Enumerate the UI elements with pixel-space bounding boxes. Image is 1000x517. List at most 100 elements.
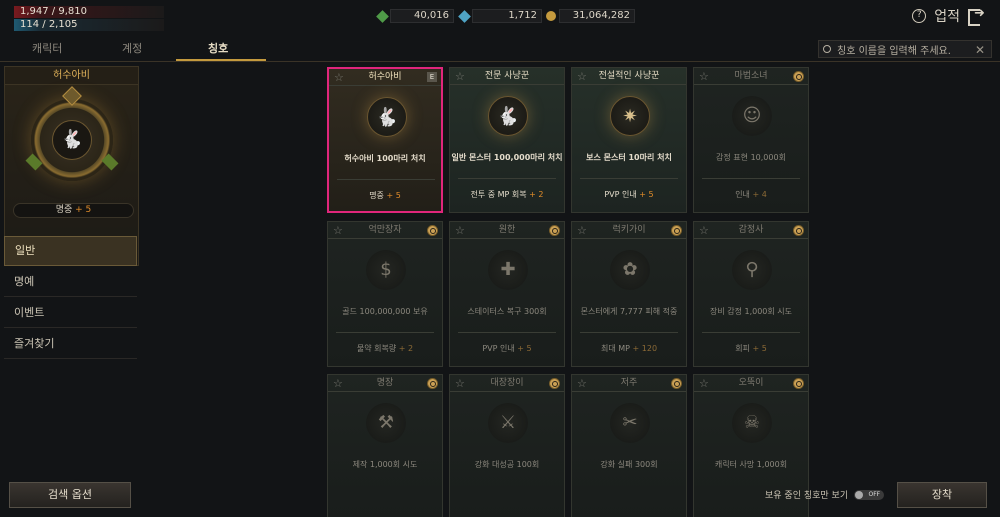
card-stat-label: 회피 — [735, 344, 750, 353]
favorite-star-icon[interactable]: ☆ — [455, 68, 465, 85]
card-title-text: 오뚝이 — [738, 378, 764, 388]
card-stat-bonus: + 5 — [386, 191, 401, 200]
title-card[interactable]: ☆ 명장 ⚒ 제작 1,000회 시도 — [327, 374, 443, 517]
title-card[interactable]: ☆ 마법소녀 ☺ 감정 표현 10,000회 인내 + 4 — [693, 67, 809, 213]
card-stat-bonus: + 5 — [752, 344, 767, 353]
search-icon — [823, 45, 831, 53]
gold-coin-icon — [546, 11, 556, 21]
favorite-star-icon[interactable]: ☆ — [699, 375, 709, 392]
favorite-star-icon[interactable]: ☆ — [455, 222, 465, 239]
favorite-star-icon[interactable]: ☆ — [577, 222, 587, 239]
favorite-star-icon[interactable]: ☆ — [334, 69, 344, 86]
card-stat-bonus: + 5 — [517, 344, 532, 353]
card-title: ☆ 오뚝이 — [694, 375, 808, 392]
title-card[interactable]: ☆ 대장장이 ⚔ 강화 대성공 100회 — [449, 374, 565, 517]
currency-value: 1,712 — [472, 9, 542, 23]
hp-bar: 1,947 / 9,810 — [14, 6, 164, 18]
tab-character[interactable]: 캐릭터 — [32, 40, 62, 56]
tab-title[interactable]: 칭호 — [208, 40, 228, 56]
obtain-hint-icon[interactable] — [671, 225, 682, 236]
obtain-hint-icon[interactable] — [549, 378, 560, 389]
obtain-hint-icon[interactable] — [793, 71, 804, 82]
title-card[interactable]: ☆ 허수아비 E 🐇 허수아비 100마리 처치 명중 + 5 — [327, 67, 443, 213]
menu-item-favorites[interactable]: 즐겨찾기 — [4, 328, 137, 359]
card-title: ☆ 전문 사냥꾼 — [450, 68, 564, 85]
owned-only-label: 보유 중인 칭호만 보기 — [765, 491, 849, 501]
menu-item-general[interactable]: 일반 — [4, 236, 137, 266]
card-stat: 전투 중 MP 회복 + 2 — [450, 189, 564, 200]
title-card[interactable]: ☆ 감정사 ⚲ 장비 감정 1,000회 시도 회피 + 5 — [693, 221, 809, 367]
currency-value: 31,064,282 — [559, 9, 635, 23]
exit-icon[interactable] — [968, 6, 986, 26]
title-card[interactable]: ☆ 원한 ✚ 스테이터스 복구 300회 PVP 인내 + 5 — [449, 221, 565, 367]
divider — [337, 179, 435, 180]
title-category-menu: 일반 명예 이벤트 즐겨찾기 — [4, 236, 137, 359]
card-title: ☆ 럭키가이 — [572, 222, 686, 239]
card-stat: 회피 + 5 — [694, 343, 808, 354]
card-stat-label: PVP 인내 — [604, 190, 637, 199]
divider — [580, 332, 678, 333]
title-card[interactable]: ☆ 전문 사냥꾼 🐇 일반 몬스터 100,000마리 처치 전투 중 MP 회복 + … — [449, 67, 565, 213]
title-card[interactable]: ☆ 전설적인 사냥꾼 ✷ 보스 몬스터 10마리 처치 PVP 인내 + 5 — [571, 67, 687, 213]
achievements-link[interactable]: 업적 — [934, 6, 960, 26]
title-search-input[interactable]: 칭호 이름을 입력해 주세요. ✕ — [818, 40, 992, 58]
equip-button[interactable]: 장착 — [897, 482, 987, 508]
lucky-emblem-icon: ✿ — [610, 250, 650, 290]
obtain-hint-icon[interactable] — [427, 225, 438, 236]
blue-gem-icon — [458, 9, 471, 23]
owned-only-toggle[interactable]: OFF — [854, 489, 885, 500]
card-stat-bonus: + 2 — [529, 190, 544, 199]
search-options-button[interactable]: 검색 옵션 — [9, 482, 131, 508]
clear-search-icon[interactable]: ✕ — [975, 43, 985, 57]
card-stat-bonus: + 5 — [639, 190, 654, 199]
card-stat-label: 인내 — [735, 190, 750, 199]
obtain-hint-icon[interactable] — [793, 225, 804, 236]
card-title-text: 명장 — [376, 378, 394, 388]
tab-account[interactable]: 계정 — [122, 40, 142, 56]
smile-icon: ☺ — [732, 96, 772, 136]
help-icon[interactable]: ? — [912, 9, 927, 23]
boss-emblem-icon: ✷ — [610, 96, 650, 136]
menu-item-event[interactable]: 이벤트 — [4, 297, 137, 328]
currency-value: 40,016 — [390, 9, 454, 23]
obtain-hint-icon[interactable] — [793, 378, 804, 389]
card-stat-bonus: + 4 — [752, 190, 767, 199]
top-right-controls: ? 업적 — [912, 6, 986, 26]
obtain-hint-icon[interactable] — [427, 378, 438, 389]
rabbit-icon: 🐇 — [367, 97, 407, 137]
favorite-star-icon[interactable]: ☆ — [333, 222, 343, 239]
rabbit-icon: 🐇 — [52, 120, 92, 160]
card-title: ☆ 저주 — [572, 375, 686, 392]
card-condition: 스테이터스 복구 300회 — [467, 307, 547, 316]
cross-shield-icon: ✚ — [488, 250, 528, 290]
menu-item-honor[interactable]: 명예 — [4, 266, 137, 297]
obtain-hint-icon[interactable] — [671, 378, 682, 389]
card-condition: 캐릭터 사망 1,000회 — [714, 460, 788, 469]
title-card[interactable]: ☆ 저주 ✂ 강화 실패 300회 — [571, 374, 687, 517]
favorite-star-icon[interactable]: ☆ — [699, 68, 709, 85]
anvil-icon: ⚔ — [488, 403, 528, 443]
favorite-star-icon[interactable]: ☆ — [333, 375, 343, 392]
obtain-hint-icon[interactable] — [549, 225, 560, 236]
card-condition: 골드 100,000,000 보유 — [342, 307, 428, 316]
medal-gem — [62, 86, 82, 106]
card-stat: 인내 + 4 — [694, 189, 808, 200]
favorite-star-icon[interactable]: ☆ — [699, 222, 709, 239]
broken-sword-icon: ✂ — [610, 403, 650, 443]
card-stat: 명중 + 5 — [329, 190, 441, 201]
title-card[interactable]: ☆ 억만장자 $ 골드 100,000,000 보유 물약 회복량 + 2 — [327, 221, 443, 367]
card-title: ☆ 마법소녀 — [694, 68, 808, 85]
favorite-star-icon[interactable]: ☆ — [577, 375, 587, 392]
favorite-star-icon[interactable]: ☆ — [455, 375, 465, 392]
card-condition: 제작 1,000회 시도 — [352, 460, 418, 469]
search-placeholder: 칭호 이름을 입력해 주세요. — [837, 45, 951, 57]
divider — [336, 332, 434, 333]
card-stat-label: 물약 회복량 — [356, 344, 397, 353]
card-stat: 물약 회복량 + 2 — [328, 343, 442, 354]
card-title-text: 원한 — [498, 225, 516, 235]
title-card[interactable]: ☆ 럭키가이 ✿ 몬스터에게 7,777 피해 적중 최대 MP + 120 — [571, 221, 687, 367]
card-stat-bonus: + 120 — [632, 344, 658, 353]
green-gem-icon — [376, 9, 389, 23]
favorite-star-icon[interactable]: ☆ — [577, 68, 587, 85]
equipped-badge: E — [427, 72, 437, 82]
